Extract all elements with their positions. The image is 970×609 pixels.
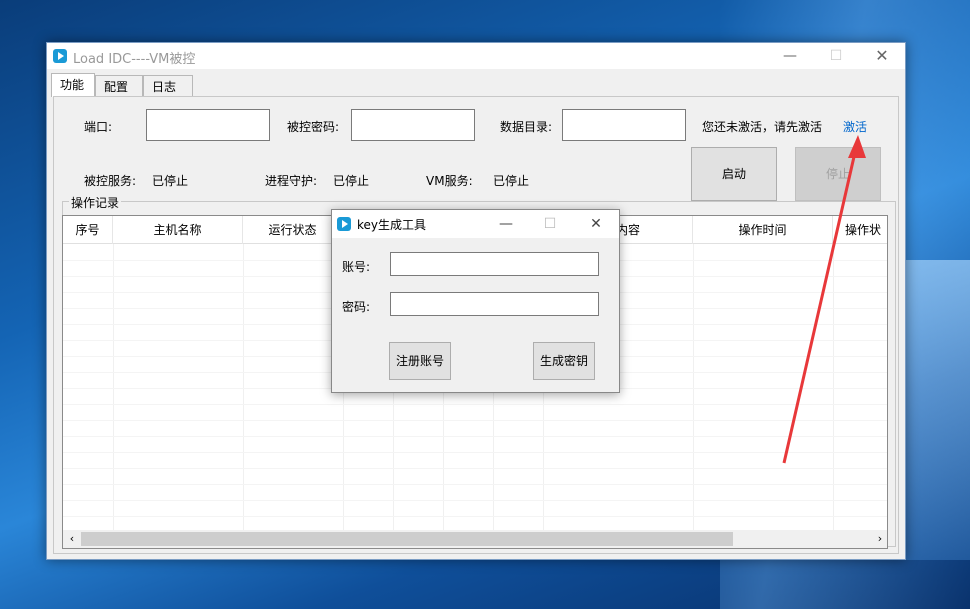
column-header-index[interactable]: 序号	[63, 216, 113, 244]
controlled-service-status: 已停止	[152, 174, 189, 188]
grid-line	[63, 484, 887, 485]
process-guard-status: 已停止	[333, 174, 370, 188]
activation-notice: 您还未激活，请先激活	[702, 120, 823, 134]
minimize-button[interactable]: —	[767, 43, 813, 69]
title-bar: Load IDC----VM被控 — ☐ ✕	[47, 43, 905, 69]
key-generator-dialog: key生成工具 — ☐ ✕ 账号: 密码: 注册账号 生成密钥	[331, 209, 620, 393]
column-header-run-status[interactable]: 运行状态	[243, 216, 343, 244]
account-input[interactable]	[390, 252, 599, 276]
dialog-password-input[interactable]	[390, 292, 599, 316]
data-dir-label: 数据目录:	[500, 120, 553, 134]
process-guard-label: 进程守护:	[265, 174, 318, 188]
port-input[interactable]	[146, 109, 270, 141]
register-account-button[interactable]: 注册账号	[389, 342, 451, 380]
generate-key-button[interactable]: 生成密钥	[533, 342, 595, 380]
vm-service-label: VM服务:	[426, 174, 473, 188]
dialog-close-button[interactable]: ✕	[574, 210, 618, 238]
data-dir-input[interactable]	[562, 109, 686, 141]
dialog-minimize-button[interactable]: —	[484, 210, 528, 238]
password-input[interactable]	[351, 109, 475, 141]
app-play-icon	[337, 217, 351, 231]
operation-log-title: 操作记录	[69, 194, 122, 211]
horizontal-scrollbar[interactable]: ‹ ›	[63, 530, 887, 548]
dialog-title-bar: key生成工具 — ☐ ✕	[332, 210, 619, 238]
column-header-time[interactable]: 操作时间	[693, 216, 833, 244]
scroll-left-icon[interactable]: ‹	[65, 530, 79, 548]
vm-service-status: 已停止	[493, 174, 530, 188]
port-label: 端口:	[84, 120, 113, 134]
column-header-hostname[interactable]: 主机名称	[113, 216, 243, 244]
account-label: 账号:	[342, 260, 371, 274]
start-button[interactable]: 启动	[691, 147, 777, 201]
column-header-op-status[interactable]: 操作状	[833, 216, 887, 244]
password-label: 被控密码:	[287, 120, 340, 134]
window-title: Load IDC----VM被控	[73, 52, 196, 67]
dialog-password-label: 密码:	[342, 300, 371, 314]
scroll-thumb[interactable]	[81, 532, 733, 546]
grid-line	[63, 404, 887, 405]
stop-button[interactable]: 停止	[795, 147, 881, 201]
grid-line	[243, 244, 244, 534]
dialog-maximize-button[interactable]: ☐	[528, 210, 572, 238]
grid-line	[113, 244, 114, 534]
scroll-right-icon[interactable]: ›	[873, 530, 887, 548]
grid-line	[63, 420, 887, 421]
grid-line	[63, 468, 887, 469]
grid-line	[833, 244, 834, 534]
grid-line	[63, 452, 887, 453]
app-play-icon	[53, 49, 67, 63]
activate-link[interactable]: 激活	[843, 118, 867, 135]
grid-line	[63, 516, 887, 517]
controlled-service-label: 被控服务:	[84, 174, 137, 188]
grid-line	[63, 436, 887, 437]
tab-log[interactable]: 日志	[143, 75, 193, 97]
grid-line	[63, 500, 887, 501]
grid-line	[693, 244, 694, 534]
close-button[interactable]: ✕	[859, 43, 905, 69]
dialog-title: key生成工具	[357, 218, 427, 232]
desktop-wallpaper-light	[900, 260, 970, 560]
tab-config[interactable]: 配置	[95, 75, 143, 97]
tab-function[interactable]: 功能	[51, 73, 95, 97]
maximize-button[interactable]: ☐	[813, 43, 859, 69]
